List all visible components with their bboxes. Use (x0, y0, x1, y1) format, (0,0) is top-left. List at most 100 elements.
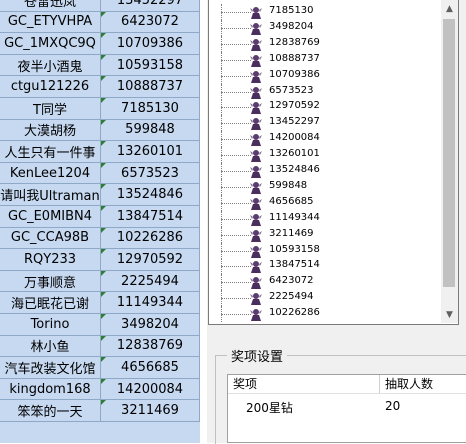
user-id-cell[interactable]: 10226286 (101, 227, 200, 249)
tree-item-label: 6573523 (269, 84, 314, 96)
tree-item[interactable]: 12838769 (209, 35, 441, 52)
nickname-cell[interactable]: 大漠胡杨 (0, 119, 101, 141)
scroll-up-icon[interactable]: ▲ (441, 0, 458, 17)
tree-item[interactable]: 10888737 (209, 51, 441, 68)
user-id-cell[interactable]: 10709386 (101, 33, 200, 54)
nickname-cell[interactable]: Torino (0, 314, 101, 335)
nickname-cell[interactable]: RQY233 (0, 249, 101, 270)
table-row: GC_CCA98B 10226286 (0, 227, 200, 250)
nickname-cell[interactable]: T同学 (0, 98, 101, 119)
user-id-cell[interactable]: 7185130 (101, 98, 200, 119)
tree-item[interactable]: 13260101 (209, 147, 441, 164)
user-id-cell[interactable]: 13452297 (101, 0, 200, 11)
nickname-cell[interactable]: KenLee1204 (0, 162, 101, 184)
tree-connector (221, 234, 251, 236)
tree-connector (221, 155, 251, 157)
user-id-text: 13260101 (116, 143, 184, 159)
tree-item[interactable]: 11149344 (209, 210, 441, 227)
user-id-cell[interactable]: 6423072 (101, 11, 200, 33)
user-id-cell[interactable]: 3498204 (101, 314, 200, 335)
tree-item[interactable]: 14200084 (209, 131, 441, 148)
user-id-cell[interactable]: 12970592 (101, 249, 200, 270)
tree-connector (221, 107, 251, 109)
user-id-text: 13524846 (116, 187, 184, 203)
user-id-cell[interactable]: 10888737 (101, 76, 200, 97)
user-id-cell[interactable]: 11149344 (101, 292, 200, 313)
nickname-cell[interactable]: 苍雷迅岚 (0, 0, 101, 11)
user-node-icon (250, 134, 262, 147)
user-node-icon (250, 54, 262, 67)
tree-item[interactable]: 13452297 (209, 115, 441, 132)
tree-item[interactable]: 7185130 (209, 4, 441, 20)
nickname-cell[interactable]: kingdom168 (0, 378, 101, 400)
prize-name-cell[interactable]: 200星钻 (246, 399, 293, 416)
user-node-icon (250, 197, 262, 210)
nickname-cell[interactable]: GC_1MXQC9Q (0, 33, 101, 54)
user-id-cell[interactable]: 10593158 (101, 54, 200, 76)
tree-item-label: 10593158 (269, 243, 320, 255)
user-node-icon (250, 293, 262, 306)
text-number-marker-icon (101, 162, 106, 168)
tree-connector (221, 59, 251, 61)
user-id-cell[interactable]: 13260101 (101, 141, 200, 162)
user-node-icon (250, 70, 262, 83)
user-node-icon (250, 181, 262, 194)
nickname-cell[interactable]: 万事顺意 (0, 270, 101, 292)
text-number-marker-icon (101, 98, 106, 103)
scroll-down-icon[interactable]: ▼ (441, 306, 458, 323)
tree-item[interactable]: 3498204 (209, 19, 441, 36)
nickname-cell[interactable]: GC_E0MIBN4 (0, 206, 101, 227)
tree-item[interactable]: 6423072 (209, 274, 441, 291)
nickname-cell[interactable]: GC_ETYVHPA (0, 11, 101, 33)
tree-item[interactable]: 10226286 (209, 306, 441, 323)
user-id-cell[interactable]: 13524846 (101, 184, 200, 205)
tree-connector (221, 250, 251, 252)
tree-item[interactable]: 599848 (209, 178, 441, 195)
prize-count-cell[interactable]: 20 (385, 399, 400, 413)
nickname-cell[interactable]: 请叫我Ultraman (0, 184, 101, 205)
table-row: 苍雷迅岚 13452297 (0, 0, 200, 12)
user-id-cell[interactable]: 14200084 (101, 378, 200, 400)
table-row: 人生只有一件事 13260101 (0, 141, 200, 163)
nickname-cell[interactable]: 笨笨的一天 (0, 400, 101, 421)
user-id-cell[interactable]: 13847514 (101, 206, 200, 227)
user-id-cell[interactable]: 12838769 (101, 335, 200, 357)
column-header-prize[interactable]: 奖项 (228, 375, 380, 394)
tree-connector (221, 218, 251, 220)
user-id-cell[interactable]: 6573523 (101, 162, 200, 184)
tree-item[interactable]: 10593158 (209, 242, 441, 259)
tree-connector (221, 27, 251, 29)
user-id-text: 10226286 (116, 230, 184, 246)
user-id-cell[interactable]: 2225494 (101, 270, 200, 292)
column-header-count[interactable]: 抽取人数 (380, 375, 466, 394)
nickname-cell[interactable]: 夜半小酒鬼 (0, 54, 101, 76)
table-row: T同学 7185130 (0, 98, 200, 120)
scrollbar-thumb[interactable] (443, 19, 455, 287)
nickname-cell[interactable]: 人生只有一件事 (0, 141, 101, 162)
tree-item[interactable]: 2225494 (209, 290, 441, 307)
user-id-cell[interactable]: 4656685 (101, 357, 200, 378)
tree-connector (221, 314, 251, 316)
nickname-cell[interactable]: GC_CCA98B (0, 227, 101, 249)
table-row: 海已眠花已谢 11149344 (0, 292, 200, 314)
tree-item[interactable]: 12970592 (209, 99, 441, 116)
tree-item[interactable]: 3211469 (209, 226, 441, 243)
nickname-cell[interactable]: 汽车改装文化馆 (0, 357, 101, 378)
tree-item[interactable]: 4656685 (209, 194, 441, 211)
participant-tree-list[interactable]: ▲ ▼ 7185130 3498204 12838769 10888737 107093… (208, 0, 459, 325)
text-number-marker-icon (101, 119, 106, 125)
nickname-cell[interactable]: 林小鱼 (0, 335, 101, 357)
tree-item[interactable]: 13847514 (209, 258, 441, 275)
user-id-cell[interactable]: 3211469 (101, 400, 200, 421)
tree-item[interactable]: 13524846 (209, 163, 441, 179)
text-number-marker-icon (101, 249, 106, 255)
prize-table[interactable]: 奖项 抽取人数 200星钻 20 (227, 374, 466, 443)
tree-item-label: 13452297 (269, 116, 320, 128)
user-id-cell[interactable]: 599848 (101, 119, 200, 141)
nickname-cell[interactable]: ctgu121226 (0, 76, 101, 97)
vertical-scrollbar[interactable]: ▲ ▼ (441, 0, 458, 323)
tree-item[interactable]: 6573523 (209, 83, 441, 100)
table-row: kingdom168 14200084 (0, 378, 200, 401)
tree-item[interactable]: 10709386 (209, 67, 441, 84)
nickname-cell[interactable]: 海已眠花已谢 (0, 292, 101, 313)
